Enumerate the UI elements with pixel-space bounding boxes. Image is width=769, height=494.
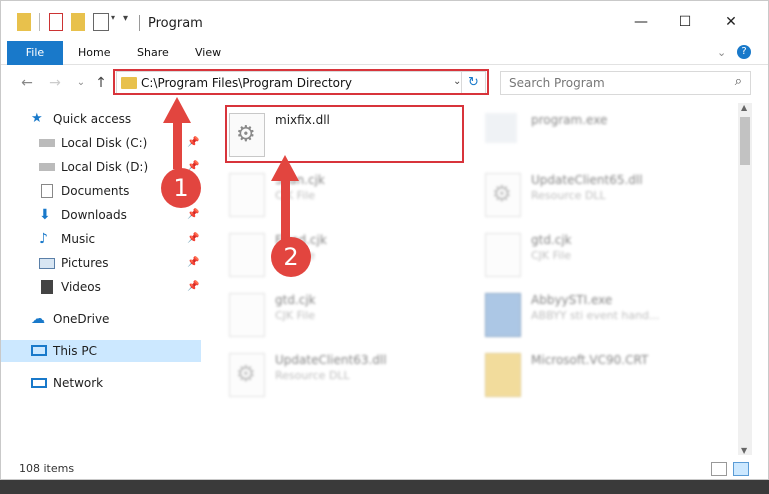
desktop-background xyxy=(0,480,769,494)
arrow-head-1 xyxy=(163,97,191,123)
step-2-badge: 2 xyxy=(271,237,311,277)
arrow-shaft-2 xyxy=(281,179,290,241)
explorer-window: ▾ ▾ Program — ☐ ✕ File Home Share View ⌄… xyxy=(0,0,769,480)
step-1-badge: 1 xyxy=(161,168,201,208)
arrow-shaft-1 xyxy=(173,121,182,169)
arrow-head-2 xyxy=(271,155,299,181)
annotation-arrows xyxy=(163,97,299,241)
